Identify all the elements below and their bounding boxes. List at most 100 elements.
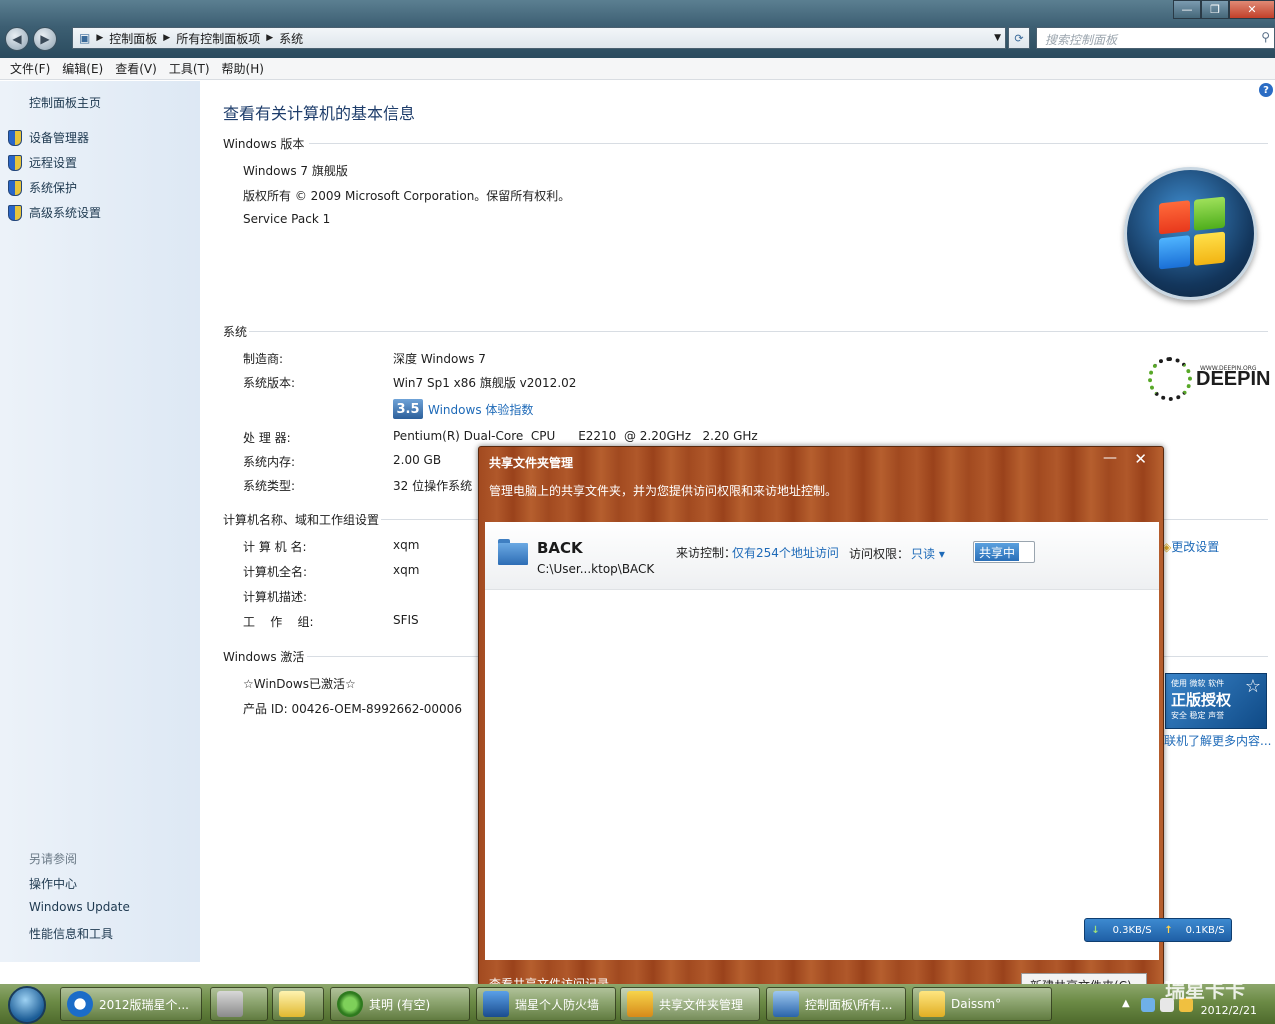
sidebar-item-device-manager[interactable]: 设备管理器 (6, 129, 89, 146)
computer-icon: ▣ (79, 31, 91, 45)
tray-arrow-icon[interactable]: ▲ (1122, 998, 1136, 1012)
shield-icon (6, 179, 22, 196)
edition-service-pack: Service Pack 1 (243, 212, 331, 226)
taskbar-item-firewall[interactable]: 瑞星个人防火墙 (476, 987, 616, 1021)
genuine-badge[interactable]: 使用 微软 软件 正版授权 安全 稳定 声誉 ☆ (1165, 673, 1267, 729)
computer-name-label: 计 算 机 名: (243, 540, 307, 554)
see-also-action-center[interactable]: 操作中心 (29, 875, 77, 892)
forward-button[interactable]: ▶ (33, 27, 57, 51)
permission-dropdown[interactable]: 只读 ▾ (911, 545, 945, 562)
sidebar-item-label: 设备管理器 (29, 131, 90, 145)
task-label: Daissm° (951, 997, 1002, 1011)
upload-speed: 0.1KB/S (1185, 924, 1225, 936)
share-toggle[interactable]: 共享中 (973, 541, 1035, 563)
upload-arrow-icon: ↑ (1164, 924, 1173, 936)
dialog-subtitle: 管理电脑上的共享文件夹，并为您提供访问权限和来访地址控制。 (489, 484, 838, 498)
taskbar-item-notes[interactable] (272, 987, 324, 1021)
search-icon[interactable]: ⚲ (1261, 30, 1270, 44)
breadcrumb-all-items[interactable]: 所有控制面板项 (170, 30, 266, 47)
cpu-value: Pentium(R) Dual-Core CPU E2210 @ 2.20GHz… (393, 429, 758, 443)
taskbar-item-daissm[interactable]: Daissm° (912, 987, 1052, 1021)
search-input[interactable]: 搜索控制面板 ⚲ (1036, 27, 1275, 49)
rising-app-icon (67, 991, 93, 1017)
refresh-button[interactable]: ⟳ (1008, 27, 1030, 49)
computer-desc-label: 计算机描述: (243, 590, 308, 604)
ram-label: 系统内存: (243, 455, 296, 469)
network-speed-widget[interactable]: ↓ 0.3KB/S ↑ 0.1KB/S (1084, 918, 1232, 942)
tray-date[interactable]: 2012/2/21 (1201, 1004, 1257, 1017)
menu-file[interactable]: 文件(F) (4, 60, 56, 77)
close-button[interactable]: ✕ (1229, 0, 1275, 19)
shield-icon (6, 129, 22, 146)
see-also-performance[interactable]: 性能信息和工具 (29, 925, 113, 942)
sidebar-item-label: 系统保护 (29, 181, 78, 195)
breadcrumb-system[interactable]: 系统 (273, 30, 309, 47)
menu-edit[interactable]: 编辑(E) (56, 60, 109, 77)
computer-fullname-label: 计算机全名: (243, 565, 308, 579)
menu-tools[interactable]: 工具(T) (163, 60, 216, 77)
dialog-title: 共享文件夹管理 (489, 456, 574, 470)
computer-fullname-value: xqm (393, 563, 420, 577)
menu-help[interactable]: 帮助(H) (216, 60, 270, 77)
tool-app-icon (217, 991, 243, 1017)
maximize-button[interactable]: ❐ (1201, 0, 1229, 19)
dialog-minimize-button[interactable]: — (1103, 450, 1117, 466)
deepin-swirl-icon (1148, 357, 1192, 401)
folder-app-icon (919, 991, 945, 1017)
taskbar-item-share-manager[interactable]: 共享文件夹管理 (620, 987, 760, 1021)
product-id: 产品 ID: 00426-OEM-8992662-00006 (243, 702, 462, 716)
share-list: BACK C:\User...ktop\BACK 来访控制： 仅有254个地址访… (485, 522, 1159, 960)
permission-label: 访问权限： (849, 547, 910, 561)
workgroup-label: 工 作 组: (243, 615, 314, 629)
breadcrumb-control-panel[interactable]: 控制面板 (103, 30, 163, 47)
watermark-text: 瑞星卡卡 (1165, 978, 1245, 1002)
sidebar-item-remote-settings[interactable]: 远程设置 (6, 154, 77, 171)
task-label: 共享文件夹管理 (659, 997, 744, 1012)
minimize-button[interactable]: — (1173, 0, 1201, 19)
download-speed: 0.3KB/S (1112, 924, 1152, 936)
manufacturer-label: 制造商: (243, 352, 284, 366)
share-name: BACK (537, 539, 583, 557)
menu-bar: 文件(F) 编辑(E) 查看(V) 工具(T) 帮助(H) (0, 58, 1275, 80)
see-also-heading: 另请参阅 (29, 852, 78, 866)
sidebar-item-system-protection[interactable]: 系统保护 (6, 179, 77, 196)
list-item[interactable]: BACK C:\User...ktop\BACK 来访控制： 仅有254个地址访… (485, 522, 1159, 590)
taskbar-item-qiming[interactable]: 其明 (有空) (330, 987, 470, 1021)
dialog-close-button[interactable]: ✕ (1134, 450, 1147, 468)
shield-icon (6, 204, 22, 221)
see-also-windows-update[interactable]: Windows Update (29, 900, 130, 914)
help-icon[interactable]: ? (1259, 83, 1273, 97)
ram-value: 2.00 GB (393, 453, 442, 467)
access-control-link[interactable]: 仅有254个地址访问 (732, 544, 839, 561)
sidebar-item-advanced-settings[interactable]: 高级系统设置 (6, 204, 101, 221)
address-bar[interactable]: ▣ ▶ 控制面板 ▶ 所有控制面板项 ▶ 系统 ▼ (72, 27, 1006, 49)
cpu-label: 处 理 器: (243, 431, 291, 445)
deepin-url: WWW.DEEPIN.ORG (1200, 365, 1257, 372)
deepin-logo: DEEPIN WWW.DEEPIN.ORG (1148, 357, 1270, 401)
menu-view[interactable]: 查看(V) (109, 60, 163, 77)
control-panel-app-icon (773, 991, 799, 1017)
wei-link[interactable]: Windows 体验指数 (428, 401, 533, 418)
taskbar-item-tool[interactable] (210, 987, 268, 1021)
back-button[interactable]: ◀ (5, 27, 29, 51)
task-label: 2012版瑞星个... (99, 997, 189, 1012)
start-button[interactable] (8, 986, 46, 1024)
change-settings-link[interactable]: ◈更改设置 (1162, 538, 1219, 555)
taskbar-item-rising[interactable]: 2012版瑞星个... (60, 987, 202, 1021)
notes-app-icon (279, 991, 305, 1017)
edition-name: Windows 7 旗舰版 (243, 164, 348, 178)
more-info-link[interactable]: 联机了解更多内容... (1164, 732, 1271, 749)
breadcrumb-separator-icon: ▶ (163, 33, 171, 43)
shield-icon (6, 154, 22, 171)
control-panel-home-link[interactable]: 控制面板主页 (29, 94, 101, 111)
activation-status: ☆WinDows已激活☆ (243, 677, 356, 691)
sidebar-item-label: 远程设置 (29, 156, 78, 170)
section-system: 系统 (223, 323, 1268, 340)
address-dropdown-icon[interactable]: ▼ (994, 33, 1001, 43)
change-settings-label: 更改设置 (1171, 540, 1220, 554)
tray-network-icon[interactable] (1141, 998, 1155, 1012)
manufacturer-value: 深度 Windows 7 (393, 352, 486, 366)
task-pane: 控制面板主页 设备管理器 远程设置 系统保护 高级系统设置 另请参阅 操作中心 … (0, 81, 200, 962)
wei-score-badge[interactable]: 3.5 (393, 399, 423, 419)
taskbar-item-control-panel[interactable]: 控制面板\所有... (766, 987, 906, 1021)
